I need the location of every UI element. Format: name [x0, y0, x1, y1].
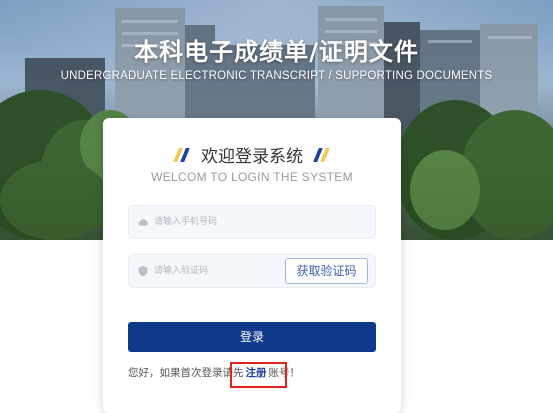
register-prefix: 您好，如果首次登录请先	[128, 367, 244, 379]
shield-icon	[138, 266, 148, 277]
code-field: 获取验证码	[128, 254, 376, 288]
login-button[interactable]: 登录	[128, 322, 376, 352]
phone-input[interactable]	[154, 206, 284, 238]
login-title-row: 欢迎登录系统	[103, 142, 401, 167]
page-title: 本科电子成绩单/证明文件	[134, 38, 419, 66]
phone-field	[128, 205, 376, 239]
double-slash-icon	[173, 147, 191, 163]
code-input[interactable]	[154, 255, 284, 287]
login-subtitle: WELCOM TO LOGIN THE SYSTEM	[151, 170, 353, 184]
register-highlight-box	[230, 362, 287, 388]
get-code-button[interactable]: 获取验证码	[285, 258, 368, 284]
page-subtitle: UNDERGRADUATE ELECTRONIC TRANSCRIPT / SU…	[60, 70, 493, 82]
login-title: 欢迎登录系统	[201, 147, 303, 167]
cloud-icon	[138, 219, 148, 226]
double-slash-icon	[313, 147, 331, 163]
